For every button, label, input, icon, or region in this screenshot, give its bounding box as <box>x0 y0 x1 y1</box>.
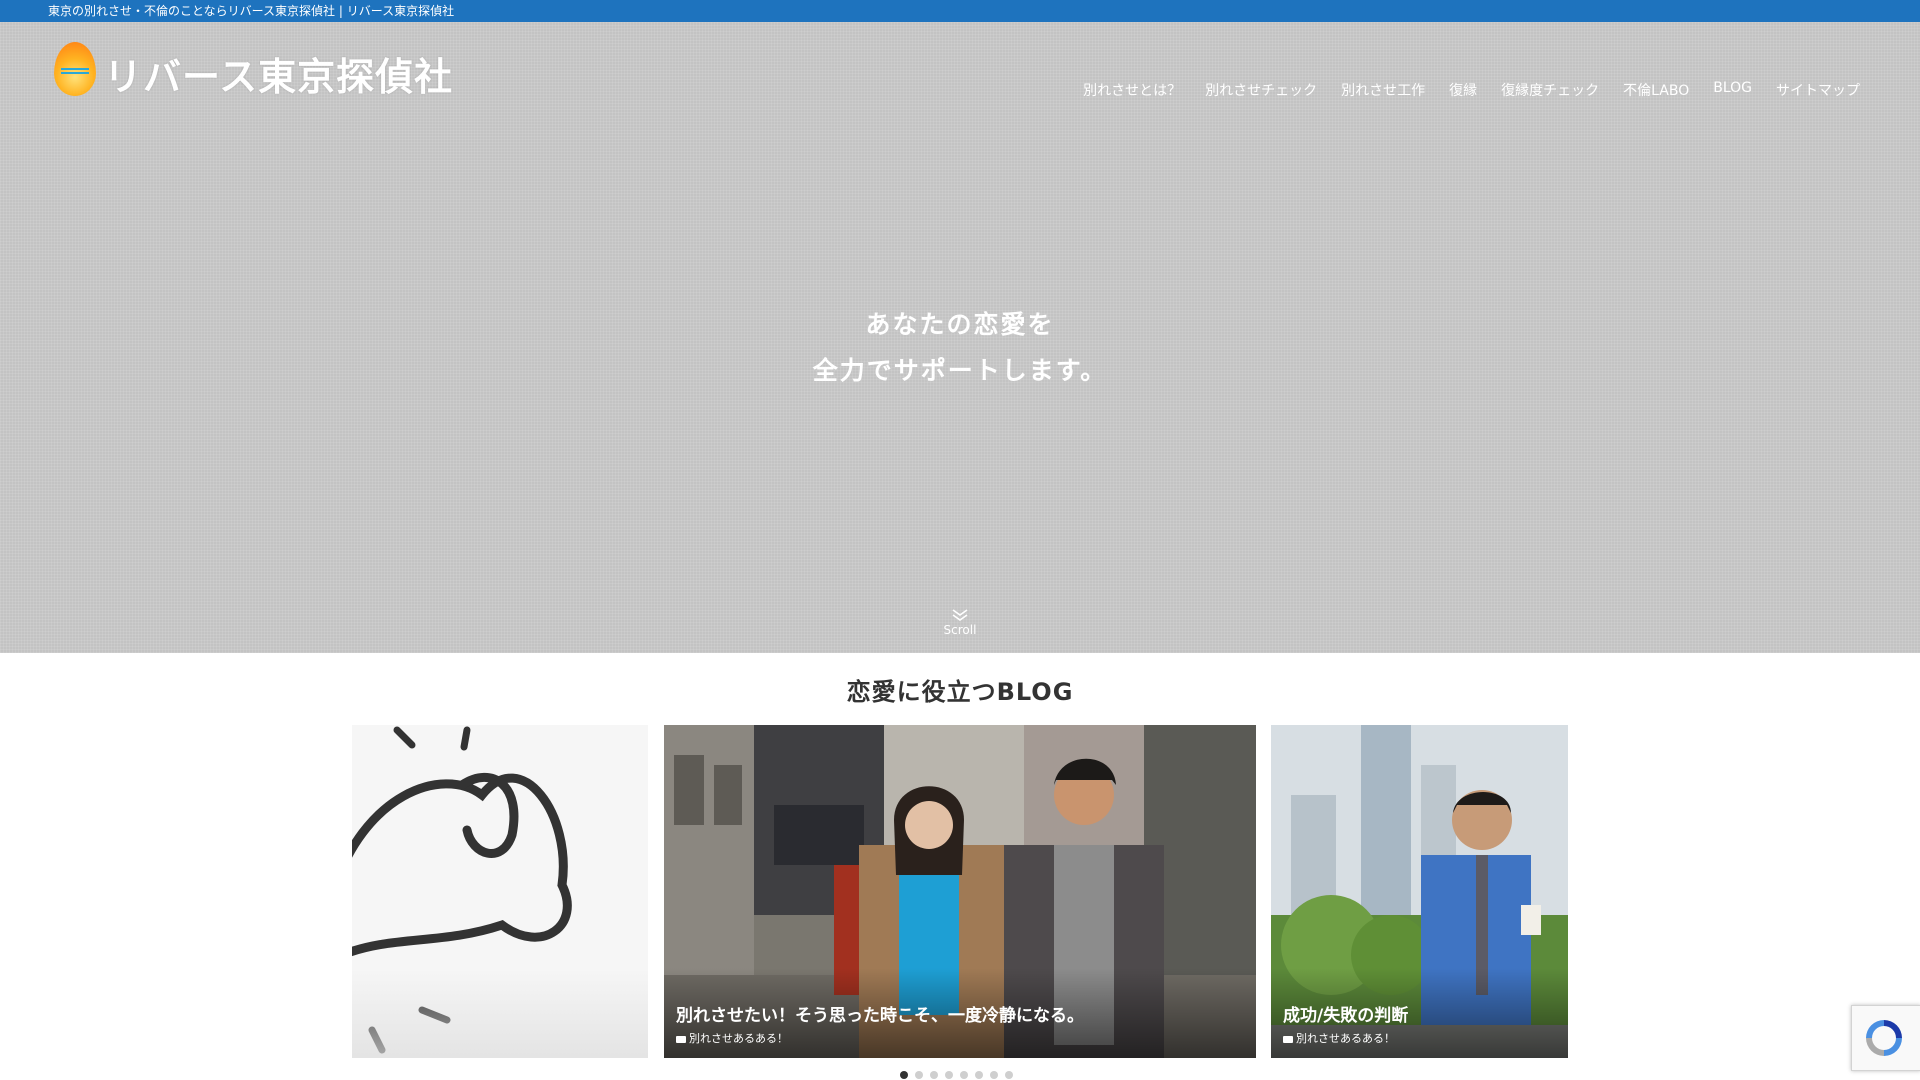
card-category-label: 別れさせあるある！ <box>689 1032 788 1045</box>
slider-dot[interactable] <box>930 1071 938 1079</box>
site-description-bar: 東京の別れさせ・不倫のことならリバース東京探偵社 | リバース東京探偵社 <box>0 0 1920 22</box>
nav-item-wakaresase-check[interactable]: 別れさせチェック <box>1205 80 1317 100</box>
folder-icon <box>676 1035 686 1043</box>
card-category: 別れさせあるある！ <box>676 1030 788 1046</box>
blog-card[interactable] <box>352 725 648 1058</box>
card-category-label: 別れさせあるある！ <box>1296 1032 1395 1045</box>
slider-dot[interactable] <box>975 1071 983 1079</box>
site-logo-link[interactable]: リバース東京探偵社 <box>54 40 452 99</box>
nav-item-fukuen[interactable]: 復縁 <box>1449 80 1477 100</box>
folder-icon <box>1283 1035 1293 1043</box>
slider-dot[interactable] <box>990 1071 998 1079</box>
card-overlay <box>352 968 648 1058</box>
nav-item-furin-labo[interactable]: 不倫LABO <box>1623 80 1689 100</box>
card-category: 別れさせあるある！ <box>1283 1030 1395 1046</box>
hero-catchcopy: あなたの恋愛を 全力でサポートします。 <box>0 302 1920 394</box>
chevron-down-icon <box>930 608 990 623</box>
hero-line-1: あなたの恋愛を <box>865 310 1055 339</box>
slider-dot[interactable] <box>915 1071 923 1079</box>
recaptcha-icon <box>1866 1020 1902 1056</box>
blog-section-heading: 恋愛に役立つBLOG <box>846 678 1074 706</box>
nav-item-blog[interactable]: BLOG <box>1713 80 1752 100</box>
nav-item-about-wakaresase[interactable]: 別れさせとは？ <box>1083 80 1181 100</box>
site-description: 東京の別れさせ・不倫のことならリバース東京探偵社 | リバース東京探偵社 <box>48 4 455 18</box>
slider-dot[interactable] <box>900 1071 908 1079</box>
site-logo-text: リバース東京探偵社 <box>104 55 454 99</box>
scroll-indicator[interactable]: Scroll <box>930 608 990 637</box>
hero-line-2: 全力でサポートします。 <box>812 356 1108 385</box>
hero-section: リバース東京探偵社 別れさせとは？ 別れさせチェック 別れさせ工作 復縁 復縁度… <box>0 22 1920 653</box>
scroll-label: Scroll <box>943 623 977 637</box>
egg-logo-icon <box>54 42 96 96</box>
blog-card[interactable]: 別れさせたい！そう思った時こそ、一度冷静になる。 別れさせあるある！ <box>664 725 1256 1058</box>
nav-item-sitemap[interactable]: サイトマップ <box>1776 80 1860 100</box>
card-title: 別れさせたい！そう思った時こそ、一度冷静になる。 <box>676 1006 1084 1026</box>
recaptcha-badge[interactable] <box>1851 1005 1920 1071</box>
slider-pagination <box>900 1071 1013 1079</box>
blog-card[interactable]: 成功/失敗の判断 別れさせあるある！ <box>1271 725 1568 1058</box>
slider-dot[interactable] <box>1005 1071 1013 1079</box>
slider-dot[interactable] <box>945 1071 953 1079</box>
slider-dot[interactable] <box>960 1071 968 1079</box>
card-title: 成功/失敗の判断 <box>1283 1006 1409 1026</box>
nav-item-wakaresase-kosaku[interactable]: 別れさせ工作 <box>1341 80 1425 100</box>
global-nav: 別れさせとは？ 別れさせチェック 別れさせ工作 復縁 復縁度チェック 不倫LAB… <box>1083 80 1860 100</box>
nav-item-fukuen-check[interactable]: 復縁度チェック <box>1501 80 1599 100</box>
